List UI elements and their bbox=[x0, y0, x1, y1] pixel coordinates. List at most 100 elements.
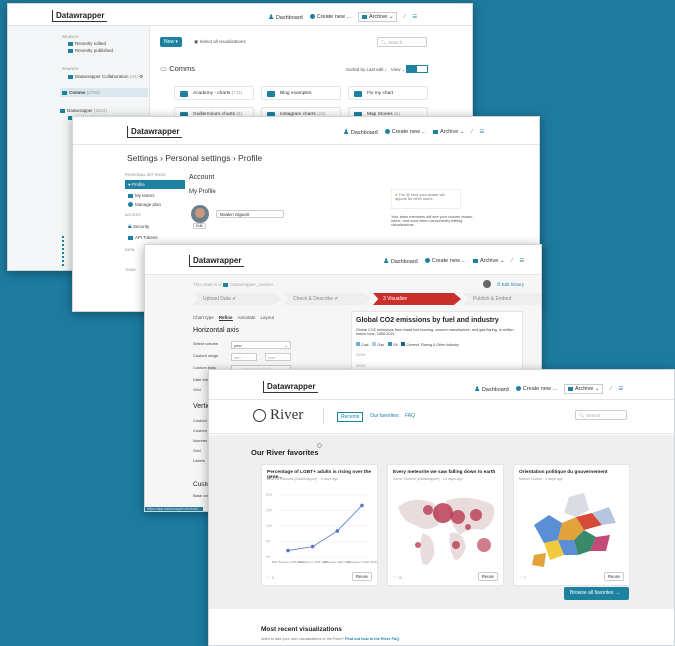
row-label: Select column bbox=[193, 341, 219, 346]
tab-chart-type[interactable]: Chart type bbox=[193, 315, 214, 321]
archive-icon bbox=[361, 14, 367, 19]
folder-item[interactable]: Fix my chart bbox=[348, 86, 428, 100]
card-title[interactable]: Every meteorite we saw falling down to e… bbox=[393, 470, 501, 475]
column-select[interactable]: year ⌄ bbox=[231, 341, 291, 349]
name-input[interactable]: Maiden Gigwort bbox=[216, 210, 284, 218]
folder-item[interactable]: Academy - charts (711) bbox=[174, 86, 254, 100]
wand-icon[interactable]: ⁄ bbox=[404, 14, 405, 20]
folder-path: This chart is in Datawrapper_custom bbox=[193, 282, 274, 287]
recently-published-link[interactable]: Recently published bbox=[68, 48, 113, 53]
row-label: Custom range bbox=[193, 353, 219, 358]
edit-history-link[interactable]: ⏱ Edit history bbox=[497, 282, 524, 287]
reuse-button[interactable]: Reuse bbox=[477, 572, 498, 581]
datawrapper-logo[interactable]: Datawrapper bbox=[52, 10, 108, 22]
create-new-link[interactable]: Create new ... bbox=[384, 129, 426, 135]
card-likes[interactable]: ♡ 19 bbox=[393, 575, 402, 580]
wand-icon[interactable]: ⁄ bbox=[610, 386, 611, 392]
recently-edited-link[interactable]: Recently edited bbox=[68, 41, 106, 46]
my-teams-link[interactable]: My teams bbox=[125, 191, 185, 200]
data-point bbox=[310, 544, 315, 549]
favorite-card[interactable]: Percentage of LGBT+ adults is rising ove… bbox=[261, 464, 378, 586]
recent-subtitle: Want to add your own visualizations to t… bbox=[261, 637, 400, 641]
data-point bbox=[286, 548, 290, 553]
wand-icon[interactable]: ⁄ bbox=[511, 258, 512, 264]
menu-icon[interactable]: ☰ bbox=[618, 386, 623, 392]
api-tokens-link[interactable]: API Tokens bbox=[125, 233, 185, 242]
menu-icon[interactable]: ☰ bbox=[479, 129, 484, 135]
search-section-label: SEARCH bbox=[62, 34, 79, 39]
card-likes[interactable]: ♡ 2 bbox=[519, 575, 526, 580]
archive-icon bbox=[432, 129, 438, 134]
top-navigation: Datawrapper ♟ Dashboard Create new ... A… bbox=[209, 370, 674, 400]
tree-markers bbox=[62, 236, 66, 266]
sort-control[interactable]: Sorted by Last edit ↓ View ⌄ bbox=[346, 67, 406, 73]
archive-link[interactable]: Archive ⌄ bbox=[357, 12, 398, 22]
min-input[interactable]: min bbox=[231, 353, 257, 361]
archive-icon bbox=[472, 258, 478, 263]
archive-search-input[interactable]: 🔍︎ Search bbox=[377, 37, 427, 47]
collab-team[interactable]: Datawrapper Collaboration (34) ⚙ bbox=[68, 74, 143, 80]
y-tick-label: 5% bbox=[266, 540, 271, 544]
card-title[interactable]: Orientation politique du gouvernement bbox=[519, 470, 627, 475]
dashboard-link[interactable]: ♟ Dashboard bbox=[343, 128, 378, 136]
profile-link[interactable]: ● Profile bbox=[125, 180, 185, 189]
archive-link[interactable]: Archive ⌄ bbox=[432, 129, 464, 135]
edit-avatar-button[interactable]: Edit bbox=[193, 223, 206, 229]
menu-icon[interactable]: ☰ bbox=[519, 258, 524, 264]
card-likes[interactable]: ♡ 5 bbox=[267, 575, 274, 580]
new-button[interactable]: New ▾ bbox=[160, 37, 182, 47]
tab-recents[interactable]: Recents bbox=[337, 412, 364, 422]
user-avatar[interactable] bbox=[483, 280, 491, 288]
manage-plan-link[interactable]: Manage plan bbox=[125, 200, 185, 209]
create-new-link[interactable]: Create new ... bbox=[424, 258, 466, 264]
dashboard-link[interactable]: ♟ Dashboard bbox=[268, 13, 303, 21]
tab-annotate[interactable]: Annotate bbox=[238, 315, 256, 321]
folder-title: ▭ Comms bbox=[160, 64, 196, 73]
menu-icon[interactable]: ☰ bbox=[412, 14, 417, 20]
step-publish[interactable]: Publish & Embed bbox=[463, 293, 541, 305]
tab-refine[interactable]: Refine bbox=[218, 315, 233, 321]
max-input[interactable]: max bbox=[265, 353, 291, 361]
browse-favorites-button[interactable]: Browse all favorites → bbox=[564, 587, 629, 600]
river-title[interactable]: River bbox=[270, 407, 303, 424]
step-visualize[interactable]: 3 Visualize bbox=[373, 293, 461, 305]
top-navigation: Datawrapper ♟ Dashboard Create new ... A… bbox=[73, 117, 539, 145]
y-tick-label: 20% bbox=[266, 493, 273, 497]
tab-layout[interactable]: Layout bbox=[261, 315, 275, 321]
favorite-card[interactable]: Every meteorite we saw falling down to e… bbox=[387, 464, 504, 586]
dashboard-link[interactable]: ♟ Dashboard bbox=[474, 385, 509, 393]
river-search-input[interactable]: 🔍︎ Search bbox=[575, 410, 627, 420]
create-new-link[interactable]: Create new ... bbox=[309, 14, 351, 20]
datawrapper-logo[interactable]: Datawrapper bbox=[189, 255, 245, 267]
step-describe[interactable]: Check & Describe ✔ bbox=[283, 293, 371, 305]
team-note: Your team members will see your chosen a… bbox=[391, 215, 473, 227]
favorite-card[interactable]: Orientation politique du gouvernement Ma… bbox=[513, 464, 630, 586]
datawrapper-team[interactable]: Datawrapper (2204) bbox=[60, 108, 107, 113]
archive-link[interactable]: Archive ⌄ bbox=[563, 384, 604, 394]
river-faq-link[interactable]: Find out how in the River FAQ bbox=[345, 637, 399, 641]
wand-icon[interactable]: ⁄ bbox=[471, 129, 472, 135]
reuse-button[interactable]: Reuse bbox=[603, 572, 624, 581]
datawrapper-logo[interactable]: Datawrapper bbox=[263, 381, 319, 393]
tab-faq[interactable]: FAQ bbox=[405, 413, 415, 419]
datawrapper-logo[interactable]: Datawrapper bbox=[127, 126, 183, 138]
create-new-link[interactable]: Create new ... bbox=[515, 386, 557, 392]
comms-team[interactable]: Comms (2793) bbox=[60, 88, 148, 97]
plus-icon bbox=[384, 129, 390, 135]
status-url: https://app.datawrapper.de/chart/... bbox=[145, 507, 204, 511]
meteorite-map bbox=[398, 497, 495, 565]
view-toggle[interactable] bbox=[406, 65, 428, 73]
reuse-button[interactable]: Reuse bbox=[351, 572, 372, 581]
archive-icon bbox=[567, 386, 573, 391]
personal-settings-label: PERSONAL SETTINGS bbox=[125, 173, 166, 177]
select-all-link[interactable]: ▣ Select all visualizations bbox=[194, 39, 246, 45]
dashboard-icon: ♟ bbox=[474, 386, 481, 393]
header-divider bbox=[323, 408, 324, 424]
tab-our-favorites[interactable]: Our favorites bbox=[370, 413, 399, 419]
security-link[interactable]: 🔒︎ Security bbox=[125, 221, 185, 233]
archive-link[interactable]: Archive ⌄ bbox=[472, 258, 504, 264]
folder-item[interactable]: Blog examples bbox=[261, 86, 341, 100]
horizontal-axis-heading: Horizontal axis bbox=[193, 327, 239, 334]
dashboard-link[interactable]: ♟ Dashboard bbox=[383, 257, 418, 265]
step-upload[interactable]: Upload Data ✔ bbox=[193, 293, 281, 305]
